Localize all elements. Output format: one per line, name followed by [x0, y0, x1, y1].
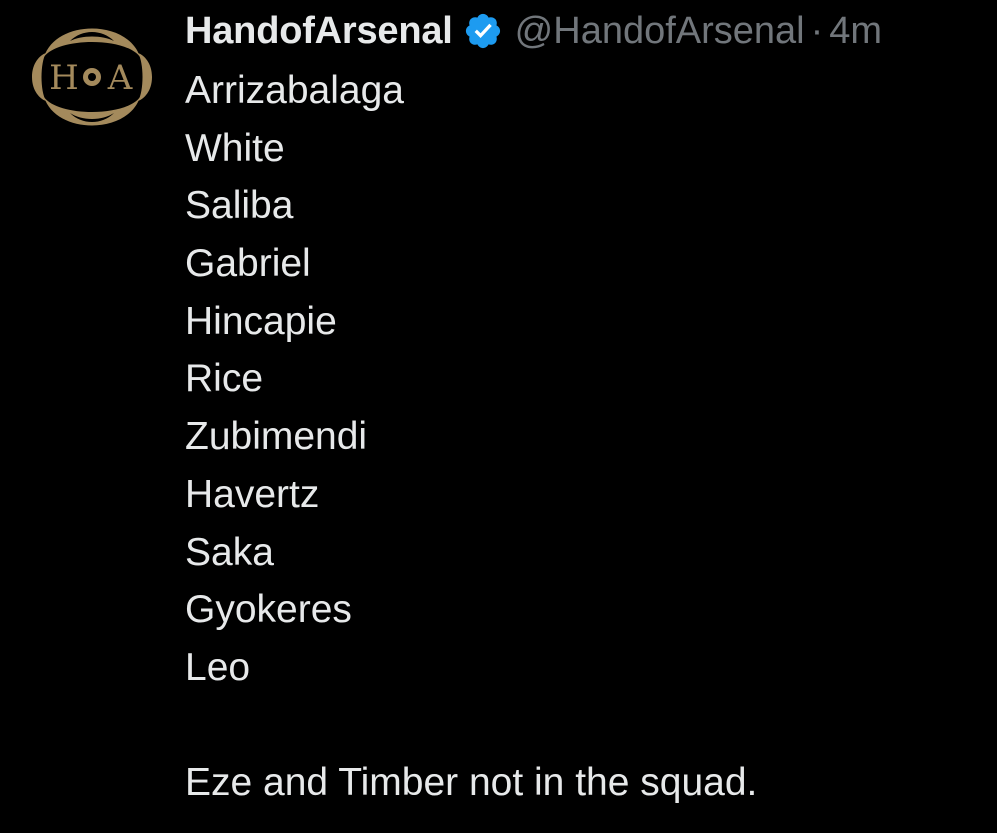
- avatar[interactable]: H A: [26, 11, 158, 143]
- author-handle[interactable]: @HandofArsenal: [515, 10, 805, 53]
- paragraph-break: [185, 697, 757, 755]
- lineup-player: Gyokeres: [185, 588, 352, 632]
- lineup-player: Rice: [185, 357, 264, 401]
- timestamp[interactable]: 4m: [829, 10, 882, 53]
- verified-badge-icon[interactable]: [463, 11, 503, 51]
- lineup-player: White: [185, 126, 285, 170]
- handofarsenal-logo-icon: H A: [32, 28, 152, 126]
- avatar-initial-right: A: [107, 58, 133, 98]
- separator-dot: ·: [810, 9, 824, 52]
- lineup-player: Saka: [185, 530, 274, 574]
- lineup-player: Saliba: [185, 184, 294, 228]
- tweet-header: HandofArsenal @HandofArsenal · 4m: [185, 6, 997, 56]
- lineup-player: Gabriel: [185, 242, 311, 286]
- lineup-player: Hincapie: [185, 299, 337, 343]
- lineup-player: Arrizabalaga: [185, 69, 404, 112]
- lineup-player: Havertz: [185, 472, 320, 516]
- lineup-player: Leo: [185, 645, 251, 689]
- squad-note: Eze and Timber not in the squad.: [185, 761, 758, 805]
- tweet-text: Arrizabalaga White Saliba Gabriel Hincap…: [185, 62, 757, 812]
- avatar-initial-left: H: [49, 58, 79, 98]
- lineup-player: Zubimendi: [185, 415, 368, 459]
- display-name[interactable]: HandofArsenal: [185, 10, 453, 53]
